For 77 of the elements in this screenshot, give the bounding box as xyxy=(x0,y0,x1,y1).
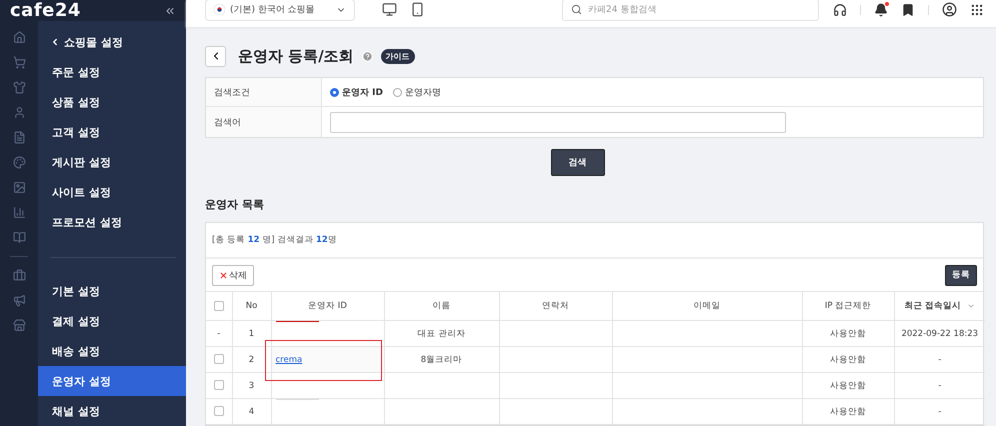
flag-icon xyxy=(214,4,225,15)
table-cell: 3 xyxy=(248,380,254,390)
cart-icon[interactable] xyxy=(12,56,26,69)
document-icon[interactable] xyxy=(12,131,26,144)
table-cell: 사용안함 xyxy=(830,380,866,390)
radio-option[interactable]: 운영자 ID xyxy=(330,86,383,98)
field-label: 검색어 xyxy=(206,107,322,137)
column-header[interactable]: 최근 접속일시 xyxy=(894,292,985,320)
search-icon xyxy=(571,4,582,15)
menu-item[interactable]: 주문 설정 xyxy=(38,57,186,87)
register-button[interactable]: 등록 xyxy=(945,264,977,286)
megaphone-icon[interactable] xyxy=(12,294,26,307)
result-summary: [총 등록 12 명] 검색결과 12명 xyxy=(212,234,337,246)
bar-chart-icon[interactable] xyxy=(12,206,26,219)
menu-item[interactable]: 상품 설정 xyxy=(38,87,186,117)
table-cell: 사용안함 xyxy=(830,328,866,338)
column-header: No xyxy=(232,292,271,320)
book-icon[interactable] xyxy=(12,231,26,244)
menu-item[interactable]: 채널 설정 xyxy=(38,396,186,426)
column-header: 이메일 xyxy=(612,292,802,320)
table-cell: 1 xyxy=(248,328,254,338)
apps-icon[interactable] xyxy=(970,2,984,16)
field-label: 검색조건 xyxy=(206,78,322,106)
person-icon[interactable] xyxy=(12,106,26,119)
back-button[interactable] xyxy=(205,46,226,66)
column-header: 연락처 xyxy=(499,292,612,320)
home-icon[interactable] xyxy=(12,31,26,44)
row-checkbox[interactable] xyxy=(214,380,224,390)
bookmark-icon[interactable] xyxy=(901,2,915,16)
menu-item[interactable]: 고객 설정 xyxy=(38,117,186,147)
desktop-icon[interactable] xyxy=(382,2,397,17)
table-cell: - xyxy=(938,406,942,416)
shirt-icon[interactable] xyxy=(12,81,26,94)
guide-badge[interactable]: 가이드 xyxy=(380,48,415,64)
table-cell: - xyxy=(938,354,942,364)
menu-item[interactable]: 배송 설정 xyxy=(38,336,186,366)
page-title: 운영자 등록/조회 xyxy=(238,46,354,66)
menu-item[interactable]: 결제 설정 xyxy=(38,306,186,336)
account-icon[interactable] xyxy=(942,2,957,17)
logo: cafe24 xyxy=(10,0,81,21)
table-cell: 2 xyxy=(248,354,254,364)
menu-item[interactable]: 운영자 설정 xyxy=(38,366,186,396)
table-cell: - xyxy=(938,380,942,390)
row-checkbox[interactable] xyxy=(214,354,224,364)
search-button[interactable]: 검색 xyxy=(550,149,604,176)
bell-icon[interactable] xyxy=(874,2,888,16)
select-all-checkbox[interactable] xyxy=(214,300,224,311)
menu-item[interactable]: 게시판 설정 xyxy=(38,147,186,177)
table-cell: - xyxy=(217,328,220,338)
column-header: IP 접근제한 xyxy=(802,292,894,320)
menu-item[interactable]: 기본 설정 xyxy=(38,276,186,306)
radio-option[interactable]: 운영자명 xyxy=(392,86,441,98)
table-cell: 8월크리마 xyxy=(420,354,462,364)
headset-icon[interactable] xyxy=(833,2,847,16)
mobile-icon[interactable] xyxy=(410,2,425,17)
briefcase-icon[interactable] xyxy=(12,269,26,282)
menu-item[interactable]: 사이트 설정 xyxy=(38,177,186,207)
row-checkbox[interactable] xyxy=(214,406,224,416)
store-icon[interactable] xyxy=(12,319,26,332)
chevron-left-icon xyxy=(50,37,60,47)
help-icon[interactable] xyxy=(362,50,373,62)
table-cell: 4 xyxy=(248,406,254,416)
menu-item[interactable]: 프로모션 설정 xyxy=(38,207,186,237)
operator-id-link[interactable]: crema xyxy=(276,354,302,364)
table-cell: 대표 관리자 xyxy=(418,328,466,338)
search-term-field[interactable] xyxy=(330,112,786,132)
shop-select[interactable]: (기본) 한국어 쇼핑몰 xyxy=(205,0,355,20)
table-cell: 2022-09-22 18:23 xyxy=(901,328,978,338)
section-title: 운영자 목록 xyxy=(205,197,265,212)
close-icon xyxy=(219,270,228,280)
table-cell: 사용안함 xyxy=(830,354,866,364)
delete-button[interactable]: 삭제 xyxy=(212,264,254,286)
table-cell: 사용안함 xyxy=(830,406,866,416)
image-icon[interactable] xyxy=(12,181,26,194)
palette-icon[interactable] xyxy=(12,156,26,169)
column-header: 이름 xyxy=(384,292,499,320)
back-menu-item[interactable]: 쇼핑몰 설정 xyxy=(38,27,186,57)
